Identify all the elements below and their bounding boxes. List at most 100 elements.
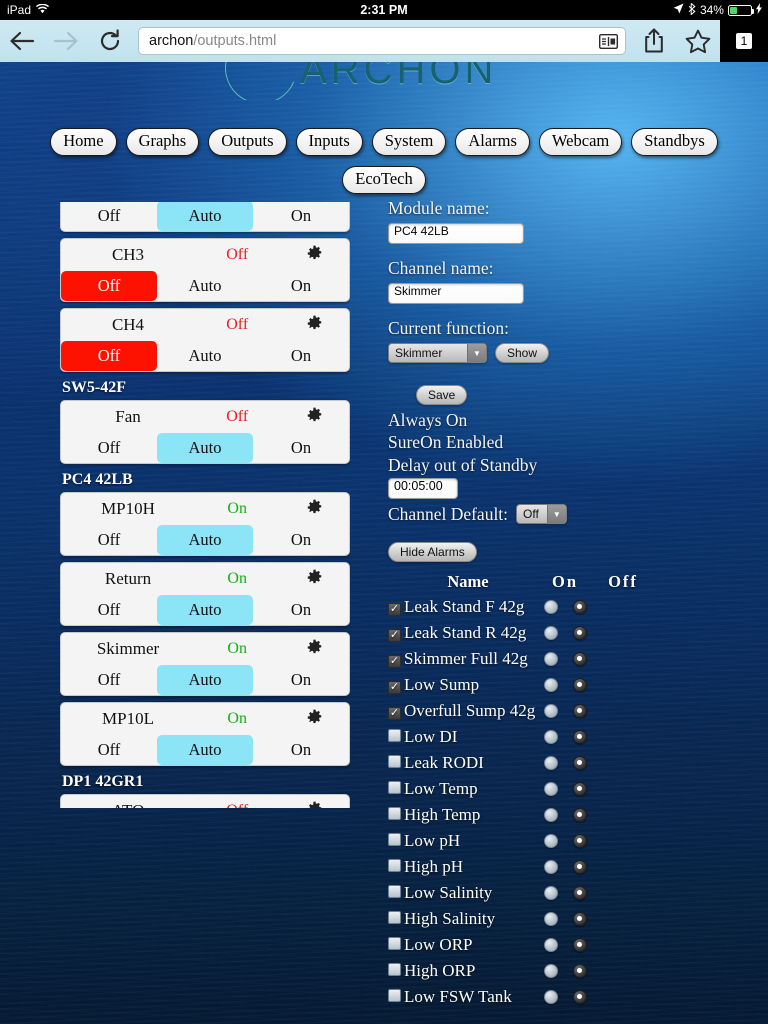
channel-mode-switch[interactable]: Off Auto On	[61, 341, 349, 371]
alarm-row[interactable]: Low pH	[388, 828, 738, 854]
mode-off-option[interactable]: Off	[61, 202, 157, 231]
alarm-enable-checkbox[interactable]	[388, 780, 401, 794]
nav-button-webcam[interactable]: Webcam	[538, 128, 623, 156]
alarm-off-radio[interactable]	[572, 859, 587, 874]
alarm-off-cell[interactable]	[565, 781, 594, 796]
alarm-enable-checkbox[interactable]	[388, 962, 401, 976]
alarm-off-radio[interactable]	[572, 833, 587, 848]
current-function-select[interactable]: Skimmer ▼	[388, 343, 487, 363]
channel-mode-switch[interactable]: Off Auto On	[61, 595, 349, 625]
alarm-enable-checkbox[interactable]: ✓	[388, 628, 401, 642]
alarm-on-radio[interactable]	[543, 755, 558, 770]
channel-card[interactable]: CH4 Off Off Auto On	[60, 308, 350, 372]
alarm-on-cell[interactable]	[536, 807, 565, 822]
mode-off-option[interactable]: Off	[61, 735, 157, 765]
alarm-on-radio[interactable]	[543, 833, 558, 848]
nav-button-ecotech[interactable]: EcoTech	[342, 166, 426, 194]
mode-on-option[interactable]: On	[253, 525, 349, 555]
alarm-row[interactable]: ✓ Leak Stand F 42g	[388, 594, 738, 620]
alarm-on-cell[interactable]	[536, 989, 565, 1004]
alarm-enable-checkbox[interactable]	[388, 806, 401, 820]
gear-icon[interactable]	[283, 801, 345, 808]
alarm-on-cell[interactable]	[536, 651, 565, 666]
alarm-enable-checkbox[interactable]	[388, 832, 401, 846]
alarm-on-radio[interactable]	[543, 963, 558, 978]
share-button[interactable]	[632, 20, 676, 62]
alarm-on-cell[interactable]	[536, 859, 565, 874]
mode-off-option[interactable]: Off	[61, 433, 157, 463]
nav-button-graphs[interactable]: Graphs	[125, 128, 200, 156]
alarm-off-cell[interactable]	[565, 677, 594, 692]
mode-auto-option[interactable]: Auto	[157, 525, 253, 555]
channel-mode-switch[interactable]: Off Auto On	[61, 271, 349, 301]
alarm-off-cell[interactable]	[565, 833, 594, 848]
alarm-on-radio[interactable]	[543, 911, 558, 926]
alarm-enable-checkbox[interactable]	[388, 728, 401, 742]
channel-card[interactable]: Return On Off Auto On	[60, 562, 350, 626]
alarm-row[interactable]: Low ORP	[388, 932, 738, 958]
alarm-on-cell[interactable]	[536, 937, 565, 952]
alarm-on-cell[interactable]	[536, 963, 565, 978]
hide-alarms-button[interactable]: Hide Alarms	[388, 541, 477, 562]
alarm-on-cell[interactable]	[536, 833, 565, 848]
alarm-off-cell[interactable]	[565, 703, 594, 718]
channel-default-select[interactable]: Off ▼	[516, 504, 567, 525]
gear-icon[interactable]	[283, 569, 345, 589]
alarm-row[interactable]: Low Salinity	[388, 880, 738, 906]
mode-auto-option[interactable]: Auto	[157, 433, 253, 463]
alarm-off-cell[interactable]	[565, 963, 594, 978]
mode-on-option[interactable]: On	[253, 271, 349, 301]
mode-auto-option[interactable]: Auto	[157, 595, 253, 625]
alarm-enable-checkbox[interactable]: ✓	[388, 654, 401, 668]
alarm-row[interactable]: Low DI	[388, 724, 738, 750]
alarm-off-radio[interactable]	[572, 989, 587, 1004]
show-button[interactable]: Show	[495, 343, 550, 363]
gear-icon[interactable]	[283, 499, 345, 519]
alarm-off-cell[interactable]	[565, 755, 594, 770]
channel-card[interactable]: Fan Off Off Auto On	[60, 400, 350, 464]
alarm-on-cell[interactable]	[536, 729, 565, 744]
channel-card[interactable]: Skimmer On Off Auto On	[60, 632, 350, 696]
nav-button-outputs[interactable]: Outputs	[208, 128, 287, 156]
alarm-off-radio[interactable]	[572, 807, 587, 822]
reload-button[interactable]	[88, 20, 132, 62]
channel-card[interactable]: MP10H On Off Auto On	[60, 492, 350, 556]
alarm-off-radio[interactable]	[572, 677, 587, 692]
alarm-on-radio[interactable]	[543, 651, 558, 666]
tab-count-button[interactable]: 1	[720, 20, 768, 62]
alarm-on-cell[interactable]	[536, 755, 565, 770]
alarm-off-radio[interactable]	[572, 599, 587, 614]
mode-on-option[interactable]: On	[253, 433, 349, 463]
alarm-on-radio[interactable]	[543, 677, 558, 692]
alarm-row[interactable]: ✓ Overfull Sump 42g	[388, 698, 738, 724]
alarm-off-radio[interactable]	[572, 625, 587, 640]
bookmark-star-icon[interactable]	[676, 20, 720, 62]
alarm-row[interactable]: High ORP	[388, 958, 738, 984]
alarm-on-cell[interactable]	[536, 677, 565, 692]
alarm-enable-checkbox[interactable]: ✓	[388, 602, 401, 616]
alarm-enable-checkbox[interactable]: ✓	[388, 680, 401, 694]
alarm-on-radio[interactable]	[543, 989, 558, 1004]
gear-icon[interactable]	[283, 639, 345, 659]
channel-card[interactable]: ATOOffOffAutoOn	[60, 794, 350, 808]
back-button[interactable]	[0, 20, 44, 62]
alarm-enable-checkbox[interactable]	[388, 884, 401, 898]
alarm-row[interactable]: High Temp	[388, 802, 738, 828]
alarm-off-cell[interactable]	[565, 651, 594, 666]
forward-button[interactable]	[44, 20, 88, 62]
alarm-on-radio[interactable]	[543, 703, 558, 718]
alarm-off-cell[interactable]	[565, 885, 594, 900]
gear-icon[interactable]	[283, 245, 345, 265]
alarm-on-cell[interactable]	[536, 781, 565, 796]
alarm-on-cell[interactable]	[536, 885, 565, 900]
mode-on-option[interactable]: On	[253, 595, 349, 625]
gear-icon[interactable]	[283, 407, 345, 427]
channel-name-input[interactable]: Skimmer	[388, 283, 524, 304]
alarm-row[interactable]: High pH	[388, 854, 738, 880]
alarm-on-radio[interactable]	[543, 599, 558, 614]
mode-on-option[interactable]: On	[253, 735, 349, 765]
alarm-on-radio[interactable]	[543, 885, 558, 900]
alarm-off-cell[interactable]	[565, 807, 594, 822]
mode-on-option[interactable]: On	[253, 665, 349, 695]
alarm-row[interactable]: ✓ Low Sump	[388, 672, 738, 698]
